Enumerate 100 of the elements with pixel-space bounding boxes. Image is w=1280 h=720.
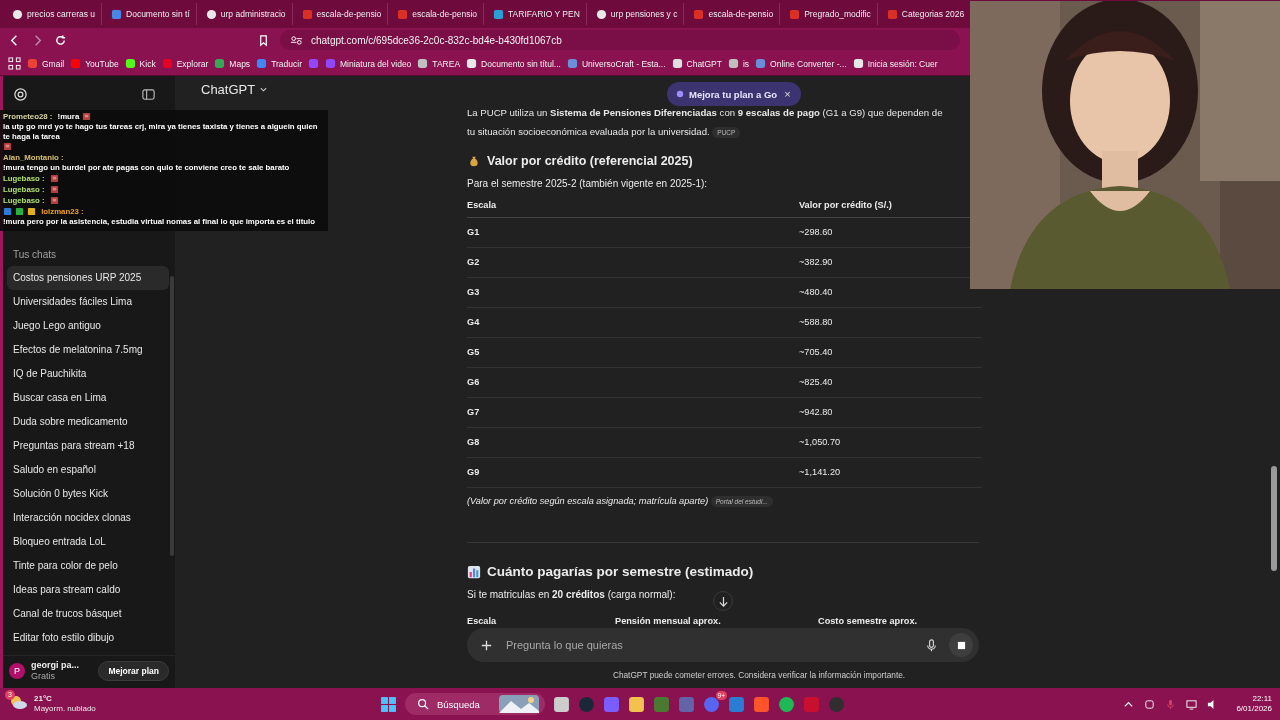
browser-tab[interactable]: urp administracio — [199, 3, 293, 25]
chat-item[interactable]: IQ de Pauchikita — [7, 362, 169, 386]
chat-item[interactable]: Tinte para color de pelo — [7, 554, 169, 578]
search-field[interactable]: Búsqueda — [405, 693, 545, 715]
emote-icon — [49, 185, 59, 195]
chat-item[interactable]: Interacción nocidex clonas — [7, 506, 169, 530]
logo-icon[interactable] — [13, 86, 28, 102]
site-icon — [417, 58, 429, 69]
paragraph: Para el semestre 2025-2 (también vigente en 2025-1): — [467, 176, 709, 191]
chat-item[interactable]: Buscar casa en Lima — [7, 386, 169, 410]
browser-tab[interactable]: escala-de-pensio — [391, 3, 484, 25]
clock[interactable]: 22:11 6/01/2026 — [1236, 694, 1272, 714]
start-icon[interactable] — [380, 695, 397, 713]
upgrade-banner[interactable]: Mejora tu plan a Go × — [667, 82, 801, 106]
emote-icon — [49, 174, 59, 184]
chat-item[interactable]: Juego Lego antiguo — [7, 314, 169, 338]
emote-icon — [3, 142, 12, 152]
browser-tab[interactable]: precios carreras u — [6, 3, 103, 25]
upgrade-button[interactable]: Mejorar plan — [98, 661, 169, 681]
site-icon — [205, 8, 217, 20]
bookmark-link[interactable]: Inicia sesión: Cuer — [852, 58, 938, 69]
emote-icon — [82, 112, 92, 122]
table-cell-text: G7 — [467, 407, 481, 418]
scroll-down-button[interactable] — [713, 591, 733, 611]
bookmark-link[interactable]: ChatGPT — [671, 58, 722, 69]
site-icon — [214, 58, 226, 69]
section-heading: Cuánto pagarías por semestre (estimado) — [487, 564, 754, 580]
bookmark-link[interactable]: Maps — [214, 58, 251, 69]
bookmark-link[interactable]: Miniatura del video — [325, 58, 412, 69]
document-icon — [693, 8, 705, 20]
reload-icon[interactable] — [54, 33, 67, 47]
site-icon — [595, 8, 607, 20]
chat-item[interactable]: Ideas para stream caldo — [7, 578, 169, 602]
avatar[interactable]: P — [9, 663, 25, 679]
bookmark-link[interactable]: is — [727, 58, 750, 69]
chat-item[interactable]: Costos pensiones URP 2025 — [7, 266, 169, 290]
table-cell-text: G8 — [467, 437, 481, 448]
address-field[interactable]: chatgpt.com/c/695dce36-2c0c-832c-bd4e-b430fd1067cb — [280, 30, 960, 50]
app-icon[interactable] — [778, 695, 795, 713]
browser-tab[interactable]: Pregrado_modific — [783, 3, 878, 25]
chat-item[interactable]: Duda sobre medicamento — [7, 410, 169, 434]
app-icon[interactable] — [628, 695, 645, 713]
browser-tab[interactable]: escala-de-pensio — [687, 3, 781, 25]
monitor-icon[interactable] — [1186, 698, 1198, 710]
column-header: Valor por crédito (S/.) — [799, 200, 893, 211]
stop-button[interactable] — [949, 633, 973, 657]
chat-item[interactable]: Canal de trucos básquet — [7, 602, 169, 626]
emote-icon — [49, 196, 59, 206]
browser-tab[interactable]: escala-de-pensio — [295, 3, 389, 25]
table-cell-text: G2 — [467, 257, 481, 268]
table-cell-text: G4 — [467, 317, 481, 328]
text-line: tu situación socioeconómica evaluada por la universidad. — [467, 126, 710, 137]
close-button[interactable]: × — [782, 88, 793, 100]
chat-item[interactable]: Saludo en español — [7, 458, 169, 482]
paragraph: Si te matriculas en 20 créditos (carga normal): — [467, 587, 676, 602]
browser-tab[interactable]: urp pensiones y c — [589, 3, 685, 25]
table-cell-text: G1 — [467, 227, 481, 238]
bookmark-link[interactable]: Kick — [124, 58, 156, 69]
bookmark-link[interactable]: Traducir — [256, 58, 302, 69]
sidebar-toggle-icon[interactable] — [141, 86, 156, 102]
column-header: Pensión mensual aprox. — [615, 616, 722, 627]
temperature: 21°C — [34, 694, 53, 704]
bookmark-link[interactable]: Online Converter -... — [755, 58, 847, 69]
message-input[interactable]: Pregunta lo que quieras — [467, 628, 979, 662]
bookmark-link[interactable]: TAREA — [417, 58, 461, 69]
chat-item[interactable]: Preguntas para stream +18 — [7, 434, 169, 458]
site-settings-icon — [290, 33, 303, 47]
browser-tab[interactable]: TARIFARIO Y PEN — [487, 3, 587, 25]
bookmark-link[interactable]: UniversoCraft - Esta... — [566, 58, 666, 69]
browser-tab[interactable]: Documento sin tí — [105, 3, 197, 25]
chat-item[interactable]: Efectos de melatonina 7.5mg — [7, 338, 169, 362]
weather-icon[interactable] — [8, 694, 28, 710]
bookmark-link[interactable]: Documento sin títul... — [466, 58, 561, 69]
bookmark-icon[interactable] — [257, 33, 270, 47]
chat-item[interactable]: Solución 0 bytes Kick — [7, 482, 169, 506]
table-cell-text: ~1,141.20 — [799, 467, 842, 478]
site-icon — [256, 58, 268, 69]
bookmark-link[interactable]: YouTube — [70, 58, 119, 69]
site-icon — [70, 58, 82, 69]
site-icon — [466, 58, 478, 69]
message-field[interactable]: Pregunta lo que quieras — [504, 638, 914, 652]
column-header: Costo semestre aprox. — [818, 616, 919, 627]
microphone-icon[interactable] — [924, 637, 939, 653]
apps-grid-icon[interactable] — [8, 57, 21, 70]
site-icon — [124, 58, 136, 69]
app-icon[interactable] — [753, 695, 770, 713]
table-cell-text: ~942.80 — [799, 407, 834, 418]
document-icon — [886, 8, 898, 20]
chat-item[interactable]: Bloqueo entrada LoL — [7, 530, 169, 554]
bookmark-link[interactable]: Explorar — [161, 58, 209, 69]
model-selector[interactable]: ChatGPT — [195, 81, 275, 98]
app-icon[interactable] — [553, 695, 570, 713]
disclaimer: ChatGPT puede cometer errores. Considera verificar la información importante. — [611, 669, 907, 682]
user-plan: Gratis — [31, 671, 56, 682]
chat-item[interactable]: Editar foto estilo dibujo — [7, 626, 169, 650]
site-icon — [12, 8, 23, 20]
dot-icon — [676, 90, 684, 98]
chat-item[interactable]: Universidades fáciles Lima — [7, 290, 169, 314]
table-cell-text: ~705.40 — [799, 347, 834, 358]
bookmark-link[interactable]: Gmail — [27, 58, 65, 69]
